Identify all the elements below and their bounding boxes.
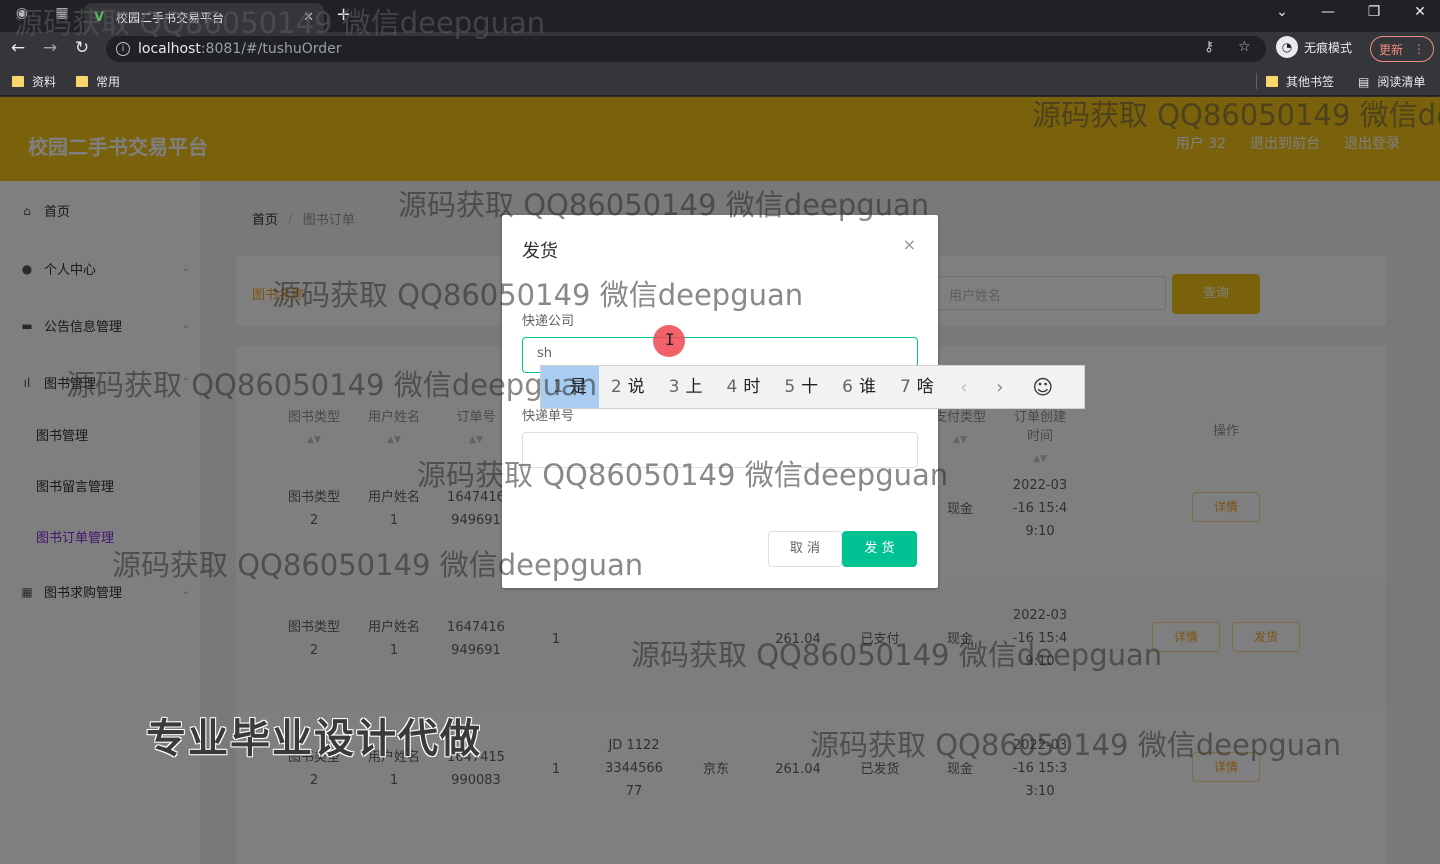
bookmark-label: 资料 [32, 75, 57, 89]
ime-candidate[interactable]: 6谁 [830, 366, 888, 408]
watermark: 源码获取 QQ86050149 微信deepguan [14, 6, 546, 40]
cancel-button[interactable]: 取 消 [768, 531, 842, 567]
reading-list[interactable]: ▤ 阅读清单 [1358, 73, 1425, 90]
ime-candidate[interactable]: 2说 [599, 366, 657, 408]
watermark: 源码获取 QQ86050149 微信deepguan [272, 278, 804, 312]
bookmark-star-icon[interactable]: ☆ [1238, 39, 1251, 55]
close-icon[interactable]: × [903, 235, 916, 254]
other-bookmarks-label: 其他书签 [1286, 75, 1335, 89]
url-host: localhost [138, 41, 201, 57]
folder-icon [76, 76, 88, 87]
watermark: 源码获取 QQ86050149 微信deepguan [631, 638, 1163, 672]
folder-icon [12, 76, 24, 87]
watermark: 源码获取 QQ86050149 微信deepguan [417, 458, 949, 492]
text-cursor-icon: I [665, 330, 675, 349]
minimize-icon[interactable]: — [1308, 4, 1348, 20]
bookmark-divider [1256, 73, 1257, 89]
bookmark-folder-2[interactable]: 常用 [76, 73, 120, 90]
update-button[interactable]: 更新 ⋮ [1370, 36, 1434, 62]
site-info-icon[interactable]: i [116, 42, 130, 56]
watermark: 源码获取 QQ86050149 微信deepguan [66, 368, 598, 402]
restore-icon[interactable]: ❐ [1354, 4, 1394, 20]
ime-next-icon[interactable]: › [982, 377, 1018, 398]
other-bookmarks[interactable]: 其他书签 [1266, 73, 1334, 90]
ime-prev-icon[interactable]: ‹ [946, 377, 982, 398]
incognito-label: 无痕模式 [1304, 40, 1353, 55]
menu-icon: ⋮ [1413, 42, 1425, 56]
watermark: 源码获取 QQ86050149 微信deepguan [112, 548, 644, 582]
bookmark-folder-1[interactable]: 资料 [12, 73, 56, 90]
ime-candidate[interactable]: 3上 [657, 366, 715, 408]
url-path: :8081/#/tushuOrder [200, 41, 342, 57]
update-label: 更新 [1378, 42, 1403, 57]
emoji-icon[interactable]: ☺ [1018, 375, 1068, 399]
key-icon[interactable]: ⚷ [1204, 39, 1214, 55]
reading-list-label: 阅读清单 [1377, 75, 1426, 89]
watermark: 源码获取 QQ86050149 微信deepguan [398, 188, 930, 222]
watermark: 源码获取 QQ86050149 微信deepguan [810, 728, 1342, 762]
confirm-ship-button[interactable]: 发 货 [842, 531, 917, 567]
ime-candidate[interactable]: 5十 [772, 366, 830, 408]
tab-list-icon[interactable]: ⌄ [1262, 4, 1302, 20]
watermark: 源码获取 QQ86050149 微信deepguan [1032, 98, 1440, 132]
ime-candidate[interactable]: 4时 [714, 366, 772, 408]
ime-candidate[interactable]: 7啥 [888, 366, 946, 408]
bookmark-label: 常用 [96, 75, 121, 89]
incognito-icon: ◔ [1276, 36, 1298, 58]
folder-icon [1266, 76, 1278, 87]
reading-list-icon: ▤ [1358, 74, 1370, 89]
incognito-indicator[interactable]: ◔ 无痕模式 [1276, 36, 1352, 58]
watermark-banner: 专业毕业设计代做 [146, 716, 482, 762]
ime-candidate-bar: 1是 2说 3上 4时 5十 6谁 7啥 ‹ › ☺ [540, 365, 1085, 409]
dialog-title: 发货 [522, 241, 558, 262]
close-window-icon[interactable]: ✕ [1400, 4, 1440, 20]
